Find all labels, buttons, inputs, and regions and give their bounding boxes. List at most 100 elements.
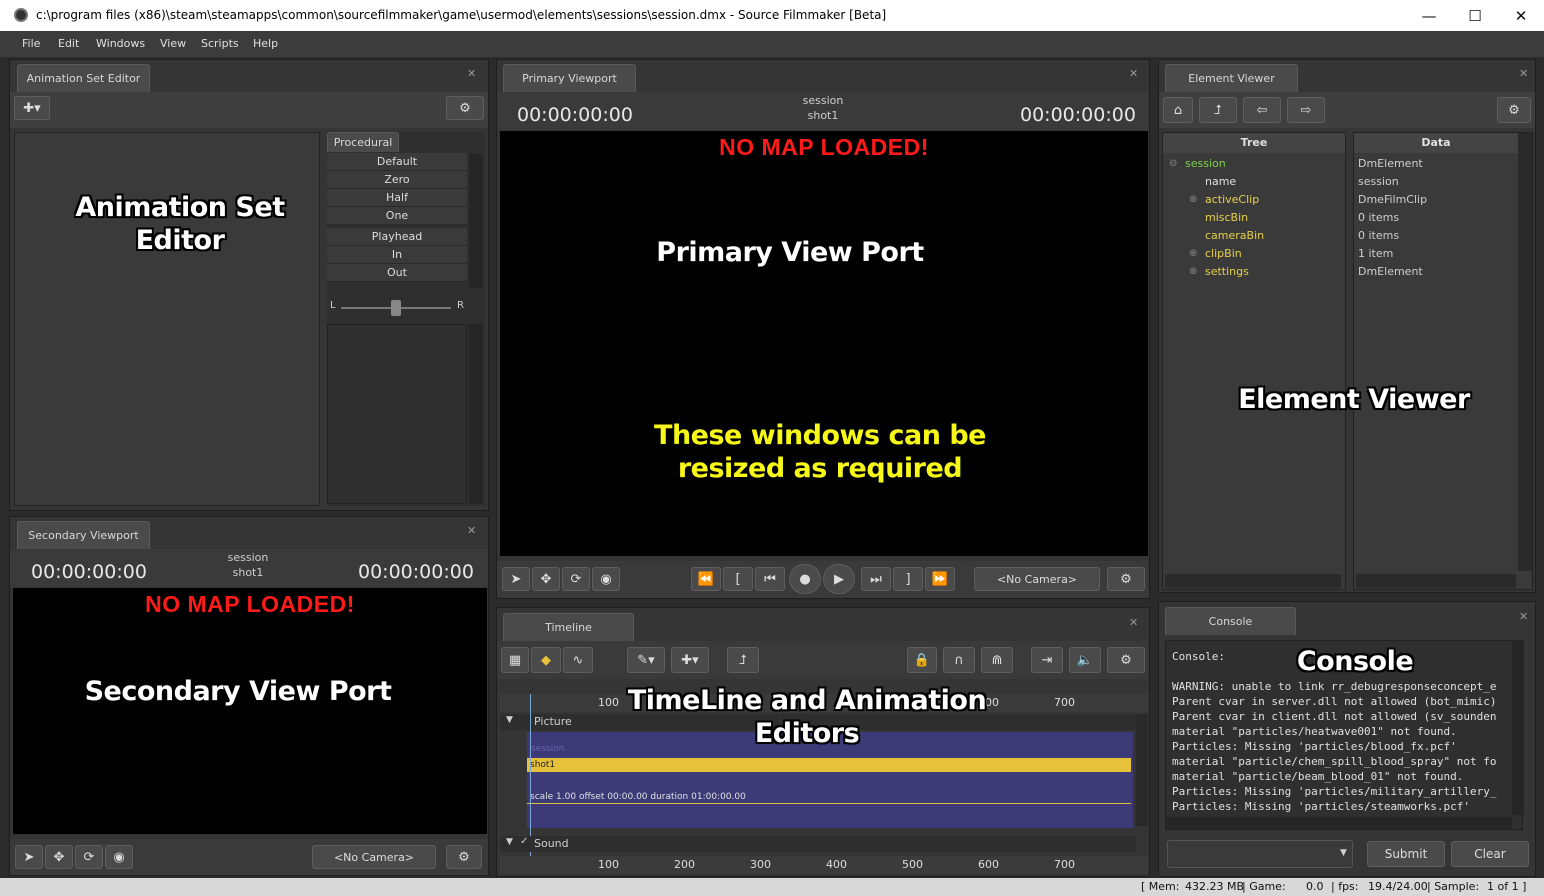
menu-edit[interactable]: Edit xyxy=(58,37,79,50)
tree-row[interactable]: name xyxy=(1163,173,1345,191)
home-icon[interactable]: ⌂ xyxy=(1163,97,1193,123)
collapse-arrow-icon[interactable]: ▼ xyxy=(506,715,513,725)
fast-forward-icon[interactable]: ⏩ xyxy=(925,567,955,591)
close-icon[interactable]: ✕ xyxy=(1519,610,1528,623)
move-icon[interactable]: ✥ xyxy=(532,567,560,591)
tree-horizontal-scrollbar[interactable] xyxy=(1165,574,1341,588)
dropdown-arrow-icon[interactable]: ▼ xyxy=(1340,848,1347,858)
select-arrow-icon[interactable]: ➤ xyxy=(502,567,530,591)
mark-in-icon[interactable]: [ xyxy=(723,567,753,591)
procedural-default[interactable]: Default xyxy=(327,153,467,171)
mark-out-icon[interactable]: ] xyxy=(893,567,923,591)
procedural-lower-scrollbar[interactable] xyxy=(469,324,483,504)
timeline-ruler-bottom[interactable]: 100 200 300 400 500 600 700 xyxy=(500,856,1148,874)
tree-row[interactable]: ⊖ session xyxy=(1163,155,1345,173)
gear-icon[interactable]: ⚙ xyxy=(1107,567,1145,591)
expand-icon[interactable]: ⊕ xyxy=(1189,245,1197,263)
submit-button[interactable]: Submit xyxy=(1367,841,1445,867)
up-arrow-icon[interactable]: ⮥ xyxy=(1199,97,1237,123)
rotate-icon[interactable]: ⟳ xyxy=(75,845,103,869)
console-command-input[interactable]: ▼ xyxy=(1167,840,1353,868)
rewind-icon[interactable]: ⏪ xyxy=(691,567,721,591)
procedural-half[interactable]: Half xyxy=(327,189,467,207)
add-track-icon[interactable]: ✚▾ xyxy=(671,647,709,673)
snap-icon[interactable]: ∩ xyxy=(943,647,975,673)
procedural-playhead[interactable]: Playhead xyxy=(327,228,467,246)
minimize-button[interactable]: — xyxy=(1406,0,1452,31)
gear-icon[interactable]: ⚙ xyxy=(446,845,482,869)
lock-icon[interactable]: 🔒 xyxy=(907,647,937,673)
move-icon[interactable]: ✥ xyxy=(45,845,73,869)
back-arrow-icon[interactable]: ⇦ xyxy=(1243,97,1281,123)
procedural-one[interactable]: One xyxy=(327,207,467,225)
tree-row[interactable]: ⊕ clipBin xyxy=(1163,245,1345,263)
rotate-icon[interactable]: ⟳ xyxy=(562,567,590,591)
element-data-pane[interactable]: Data DmElement session DmeFilmClip 0 items 0… xyxy=(1353,132,1533,590)
balance-slider-handle[interactable] xyxy=(391,300,401,316)
menu-file[interactable]: File xyxy=(22,37,40,50)
tab-animation-set-editor[interactable]: Animation Set Editor xyxy=(17,64,150,92)
menu-windows[interactable]: Windows xyxy=(96,37,145,50)
orbit-icon[interactable]: ◉ xyxy=(105,845,133,869)
close-icon[interactable]: ✕ xyxy=(467,524,476,537)
tab-secondary-viewport[interactable]: Secondary Viewport xyxy=(17,521,150,549)
tab-element-viewer[interactable]: Element Viewer xyxy=(1165,64,1298,92)
secondary-viewport-canvas[interactable]: NO MAP LOADED! Secondary View Port xyxy=(13,588,487,834)
bookmark-icon[interactable]: ✎▾ xyxy=(627,647,665,673)
gear-icon[interactable]: ⚙ xyxy=(1497,97,1531,123)
skip-start-icon[interactable]: ⏮ xyxy=(755,567,785,591)
tree-row[interactable]: cameraBin xyxy=(1163,227,1345,245)
gear-icon[interactable]: ⚙ xyxy=(1107,647,1145,673)
maximize-button[interactable]: ☐ xyxy=(1452,0,1498,31)
collapse-arrow-icon[interactable]: ▼ xyxy=(506,837,513,847)
play-icon[interactable]: ▶ xyxy=(823,564,855,594)
shot-clip[interactable]: shot1 xyxy=(527,758,1131,772)
clear-button[interactable]: Clear xyxy=(1451,841,1529,867)
record-icon[interactable]: ● xyxy=(789,564,821,594)
menu-scripts[interactable]: Scripts xyxy=(201,37,239,50)
close-window-button[interactable]: ✕ xyxy=(1498,0,1544,31)
console-horizontal-scrollbar[interactable] xyxy=(1166,817,1512,829)
close-icon[interactable]: ✕ xyxy=(467,67,476,80)
element-tree-pane[interactable]: Tree ⊖ session name ⊕ activeClip miscBin camer… xyxy=(1162,132,1346,590)
close-icon[interactable]: ✕ xyxy=(1519,67,1528,80)
motion-editor-icon[interactable]: ◆ xyxy=(531,647,561,673)
animation-set-list[interactable] xyxy=(14,132,320,506)
orbit-icon[interactable]: ◉ xyxy=(592,567,620,591)
close-icon[interactable]: ✕ xyxy=(1129,616,1138,629)
clip-editor-icon[interactable]: ▦ xyxy=(501,647,529,673)
up-level-icon[interactable]: ⮥ xyxy=(727,647,759,673)
primary-camera-select[interactable]: <No Camera> xyxy=(974,567,1100,591)
console-vertical-scrollbar[interactable] xyxy=(1512,641,1524,815)
gear-icon[interactable]: ⚙ xyxy=(446,96,484,120)
add-icon[interactable]: ✚▾ xyxy=(14,96,50,120)
collapse-icon[interactable]: ⊖ xyxy=(1169,155,1177,173)
tab-procedural[interactable]: Procedural xyxy=(327,132,399,152)
secondary-camera-select[interactable]: <No Camera> xyxy=(312,845,436,869)
procedural-in[interactable]: In xyxy=(327,246,467,264)
tree-row[interactable]: miscBin xyxy=(1163,209,1345,227)
tree-row[interactable]: ⊕ activeClip xyxy=(1163,191,1345,209)
tree-row[interactable]: ⊕ settings xyxy=(1163,263,1345,281)
data-column-header[interactable]: Data xyxy=(1354,133,1518,153)
data-vertical-scrollbar[interactable] xyxy=(1518,133,1532,571)
expand-icon[interactable]: ⊕ xyxy=(1189,263,1197,281)
speaker-icon[interactable]: 🔈 xyxy=(1069,647,1101,673)
select-arrow-icon[interactable]: ➤ xyxy=(15,845,43,869)
tab-timeline[interactable]: Timeline xyxy=(503,613,634,641)
procedural-scrollbar[interactable] xyxy=(469,154,483,288)
checkmark-icon[interactable]: ✓ xyxy=(520,836,528,847)
data-horizontal-scrollbar[interactable] xyxy=(1356,574,1516,588)
tab-primary-viewport[interactable]: Primary Viewport xyxy=(503,64,636,92)
menu-view[interactable]: View xyxy=(160,37,186,50)
tab-console[interactable]: Console xyxy=(1165,607,1296,635)
procedural-out[interactable]: Out xyxy=(327,264,467,282)
forward-arrow-icon[interactable]: ⇨ xyxy=(1287,97,1325,123)
sound-track-header[interactable]: ▼ ✓ Sound xyxy=(500,836,1136,852)
expand-icon[interactable]: ⊕ xyxy=(1189,191,1197,209)
skip-end-icon[interactable]: ⏭ xyxy=(861,567,891,591)
menu-help[interactable]: Help xyxy=(253,37,278,50)
primary-viewport-canvas[interactable]: NO MAP LOADED! Primary View Port These w… xyxy=(500,131,1148,556)
timeline-vertical-scrollbar[interactable] xyxy=(1136,714,1148,826)
graph-editor-icon[interactable]: ∿ xyxy=(563,647,593,673)
